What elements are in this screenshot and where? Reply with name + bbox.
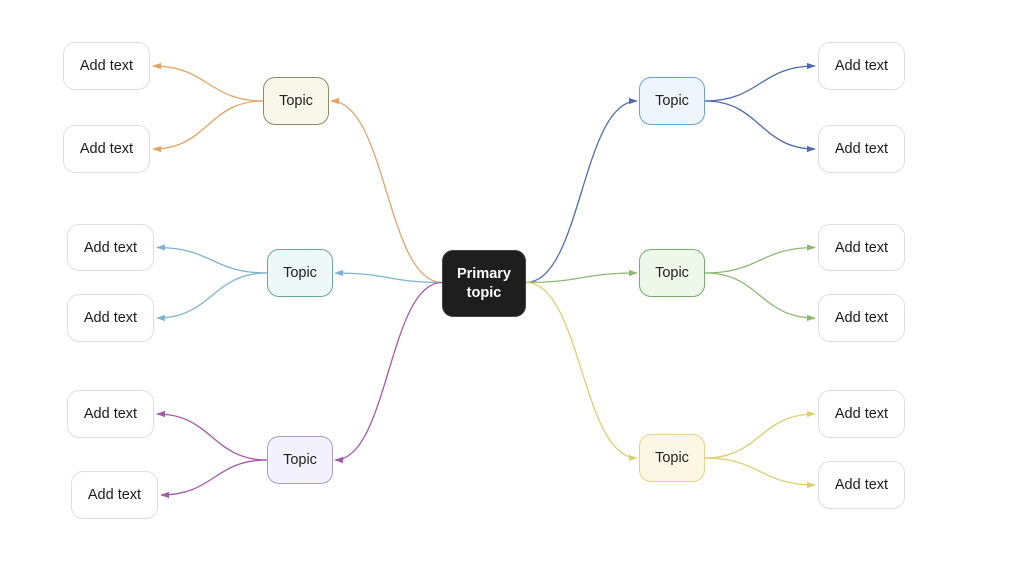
- subtopic-node[interactable]: Add text: [818, 42, 905, 90]
- subtopic-label: Add text: [834, 310, 889, 326]
- connector-bottom-left-to-subtopic-2: [160, 459, 268, 499]
- topic-label: Topic: [279, 93, 313, 109]
- connector-primary-to-middle-left: [334, 269, 443, 284]
- subtopic-label: Add text: [834, 141, 889, 157]
- connector-top-left-to-subtopic-1: [152, 62, 264, 102]
- subtopic-node[interactable]: Add text: [818, 294, 905, 342]
- primary-topic-line1: Primary: [456, 265, 511, 282]
- primary-topic-line2: topic: [466, 284, 502, 301]
- topic-node-bottom-left[interactable]: Topic: [267, 436, 333, 484]
- connector-top-left-to-subtopic-2: [152, 100, 264, 153]
- subtopic-label: Add text: [87, 487, 142, 503]
- connector-primary-to-bottom-left: [334, 281, 443, 464]
- connector-bottom-right-to-subtopic-2: [704, 457, 816, 489]
- topic-node-top-left[interactable]: Topic: [263, 77, 329, 125]
- topic-label: Topic: [283, 265, 317, 281]
- subtopic-node[interactable]: Add text: [71, 471, 158, 519]
- subtopic-node[interactable]: Add text: [67, 294, 154, 342]
- subtopic-node[interactable]: Add text: [67, 390, 154, 438]
- topic-label: Topic: [655, 265, 689, 281]
- subtopic-node[interactable]: Add text: [67, 224, 154, 271]
- connector-middle-right-to-subtopic-2: [704, 272, 816, 322]
- connector-primary-to-top-right: [525, 97, 638, 284]
- topic-node-bottom-right[interactable]: Topic: [639, 434, 705, 482]
- topic-label: Topic: [283, 452, 317, 468]
- subtopic-node[interactable]: Add text: [63, 125, 150, 173]
- subtopic-label: Add text: [79, 141, 134, 157]
- subtopic-label: Add text: [83, 239, 138, 256]
- primary-topic-node[interactable]: Primary topic: [442, 250, 526, 317]
- connector-primary-to-bottom-right: [525, 281, 638, 462]
- connector-top-right-to-subtopic-2: [704, 100, 816, 153]
- topic-node-middle-left[interactable]: Topic: [267, 249, 333, 297]
- subtopic-label: Add text: [834, 239, 889, 256]
- subtopic-node[interactable]: Add text: [818, 390, 905, 438]
- connector-primary-to-top-left: [330, 97, 443, 284]
- connector-middle-left-to-subtopic-1: [156, 244, 268, 274]
- connector-bottom-right-to-subtopic-1: [704, 410, 816, 459]
- subtopic-label: Add text: [79, 58, 134, 74]
- subtopic-node[interactable]: Add text: [818, 125, 905, 173]
- subtopic-node[interactable]: Add text: [63, 42, 150, 90]
- subtopic-node[interactable]: Add text: [818, 461, 905, 509]
- mind-map-canvas[interactable]: Primary topic Topic Topic Topic Topic To…: [0, 0, 1024, 570]
- subtopic-label: Add text: [834, 477, 889, 493]
- subtopic-label: Add text: [83, 406, 138, 422]
- connector-primary-to-middle-right: [525, 269, 638, 284]
- subtopic-label: Add text: [83, 310, 138, 326]
- connector-bottom-left-to-subtopic-1: [156, 410, 268, 461]
- connector-top-right-to-subtopic-1: [704, 62, 816, 102]
- topic-node-middle-right[interactable]: Topic: [639, 249, 705, 297]
- topic-label: Topic: [655, 450, 689, 466]
- subtopic-label: Add text: [834, 58, 889, 74]
- connector-middle-left-to-subtopic-2: [156, 272, 268, 322]
- topic-node-top-right[interactable]: Topic: [639, 77, 705, 125]
- subtopic-node[interactable]: Add text: [818, 224, 905, 271]
- connector-middle-right-to-subtopic-1: [704, 244, 816, 274]
- subtopic-label: Add text: [834, 406, 889, 422]
- topic-label: Topic: [655, 93, 689, 109]
